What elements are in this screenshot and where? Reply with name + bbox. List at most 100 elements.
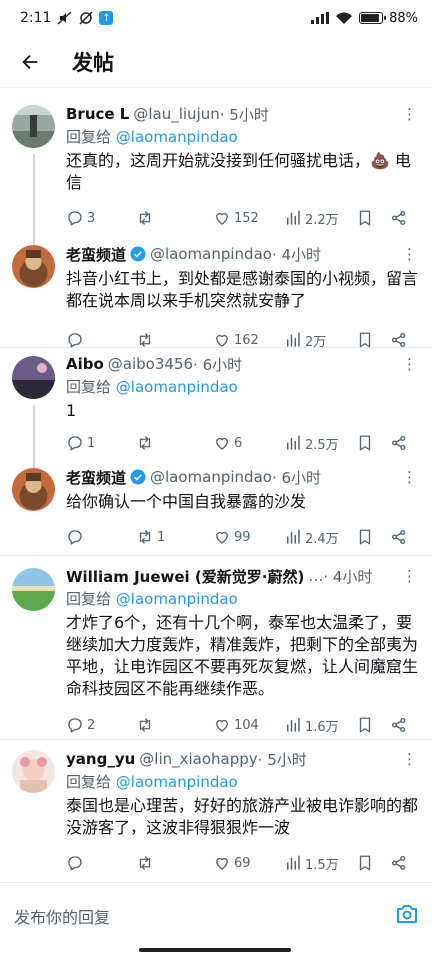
bookmark-button[interactable]: [356, 528, 374, 546]
author-handle[interactable]: @lin_xiaohappy: [139, 750, 257, 768]
views-button[interactable]: 2.2万: [284, 209, 339, 228]
author-handle[interactable]: @lau_liujun: [133, 105, 219, 123]
share-button[interactable]: [390, 528, 408, 546]
views-button[interactable]: 2.5万: [284, 434, 339, 453]
reply-button[interactable]: 1: [66, 434, 95, 452]
tweet-text: 1: [66, 401, 77, 420]
author-name[interactable]: 老蛮频道: [66, 467, 126, 488]
tweet[interactable]: William Juewei (爱新觉罗·蔚然) … · 4小时 ⋮ 回复给 @…: [0, 556, 432, 739]
views-button[interactable]: 2.4万: [284, 528, 339, 547]
views-button[interactable]: 1.6万: [284, 716, 339, 735]
views-count: 2.5万: [305, 437, 339, 453]
avatar[interactable]: [12, 468, 55, 511]
tweet[interactable]: yang_yu @lin_xiaohappy · 5小时 ⋮ 回复给 @laom…: [0, 740, 432, 876]
views-button[interactable]: 2万: [284, 331, 326, 350]
like-count: 104: [234, 717, 259, 733]
mention-link[interactable]: @laomanpindao: [116, 128, 238, 146]
tweet-text: 抖音小红书上，到处都是感谢泰国的小视频，留言都在说本周以来手机突然就安静了: [66, 269, 419, 310]
timestamp: · 6小时: [193, 355, 243, 374]
tweet[interactable]: 老蛮频道 @laomanpindao · 6小时 ⋮ 给你确认一个中国自我暴露的…: [0, 461, 432, 555]
retweet-button[interactable]: 1: [136, 528, 165, 546]
more-options-icon[interactable]: ⋮: [396, 245, 418, 263]
like-button[interactable]: 104: [213, 716, 259, 734]
camera-icon[interactable]: [396, 904, 418, 928]
share-icon: [390, 209, 408, 227]
like-button[interactable]: 152: [213, 209, 259, 227]
avatar[interactable]: [12, 750, 55, 793]
like-button[interactable]: 162: [213, 331, 259, 349]
reply-composer[interactable]: 发布你的回复: [0, 882, 432, 948]
alarm-off-icon: [79, 11, 93, 25]
tweet[interactable]: Bruce L @lau_liujun · 5小时 ⋮ 回复给 @laomanp…: [0, 90, 432, 237]
reply-button[interactable]: [66, 331, 87, 349]
share-button[interactable]: [390, 716, 408, 734]
retweet-button[interactable]: [136, 434, 157, 452]
bookmark-button[interactable]: [356, 209, 374, 227]
more-options-icon[interactable]: ⋮: [396, 355, 418, 373]
reply-button[interactable]: [66, 854, 87, 872]
reply-button[interactable]: [66, 528, 87, 546]
retweet-icon: [136, 716, 154, 734]
retweet-button[interactable]: [136, 716, 157, 734]
bookmark-button[interactable]: [356, 331, 374, 349]
home-indicator[interactable]: [139, 948, 291, 952]
tweet[interactable]: 老蛮频道 @laomanpindao · 4小时 ⋮ 抖音小红书上，到处都是感谢…: [0, 237, 432, 350]
like-icon: [213, 434, 231, 452]
mention-link[interactable]: @laomanpindao: [116, 378, 238, 396]
retweet-button[interactable]: [136, 331, 157, 349]
bookmark-icon: [356, 716, 374, 734]
retweet-button[interactable]: [136, 854, 157, 872]
avatar[interactable]: [12, 245, 55, 288]
views-count: 1.5万: [305, 857, 339, 873]
like-icon: [213, 716, 231, 734]
mention-link[interactable]: @laomanpindao: [116, 590, 238, 608]
share-button[interactable]: [390, 331, 408, 349]
author-name[interactable]: yang_yu: [66, 750, 135, 768]
views-count: 2.4万: [305, 531, 339, 547]
retweet-icon: [136, 528, 154, 546]
tweet-text: 才炸了6个，还有十几个啊，泰军也太温柔了，要继续加大力度轰炸，精准轰炸，把剩下的…: [66, 613, 419, 698]
bookmark-button[interactable]: [356, 434, 374, 452]
like-button[interactable]: 69: [213, 854, 251, 872]
like-icon: [213, 854, 231, 872]
bookmark-button[interactable]: [356, 716, 374, 734]
status-time: 2:11: [20, 10, 52, 26]
share-button[interactable]: [390, 854, 408, 872]
reply-button[interactable]: 2: [66, 716, 95, 734]
author-handle[interactable]: @laomanpindao: [150, 468, 272, 486]
avatar[interactable]: [12, 568, 55, 611]
verified-badge-icon: [130, 469, 146, 485]
tweet-text: 泰国也是心理苦，好好的旅游产业被电诈影响的都没游客了，这波非得狠狠炸一波: [66, 796, 419, 837]
more-options-icon[interactable]: ⋮: [396, 468, 418, 486]
reply-button[interactable]: 3: [66, 209, 95, 227]
tweet-text: 给你确认一个中国自我暴露的沙发: [66, 492, 307, 511]
avatar[interactable]: [12, 105, 55, 148]
author-handle[interactable]: @laomanpindao: [150, 245, 272, 263]
author-handle[interactable]: @aibo3456: [108, 355, 193, 373]
share-button[interactable]: [390, 434, 408, 452]
bookmark-icon: [356, 331, 374, 349]
retweet-button[interactable]: [136, 209, 157, 227]
author-name[interactable]: William Juewei (爱新觉罗·蔚然): [66, 566, 304, 587]
like-button[interactable]: 99: [213, 528, 251, 546]
share-icon: [390, 854, 408, 872]
more-options-icon[interactable]: ⋮: [396, 105, 418, 123]
author-name[interactable]: 老蛮频道: [66, 244, 126, 265]
author-name[interactable]: Bruce L: [66, 105, 129, 123]
bookmark-button[interactable]: [356, 854, 374, 872]
author-handle[interactable]: …: [308, 567, 323, 585]
more-options-icon[interactable]: ⋮: [396, 750, 418, 768]
share-button[interactable]: [390, 209, 408, 227]
avatar[interactable]: [12, 356, 55, 399]
back-button[interactable]: [14, 46, 46, 78]
author-name[interactable]: Aibo: [66, 355, 104, 373]
like-button[interactable]: 6: [213, 434, 242, 452]
back-arrow-icon: [22, 54, 38, 69]
tweet-actions: 1 99 2.4万: [66, 526, 418, 548]
views-button[interactable]: 1.5万: [284, 854, 339, 873]
more-options-icon[interactable]: ⋮: [396, 567, 418, 585]
top-bar: 发帖: [0, 36, 432, 88]
tweet[interactable]: Aibo @aibo3456 · 6小时 ⋮ 回复给 @laomanpindao…: [0, 348, 432, 461]
reply-input[interactable]: 发布你的回复: [14, 904, 110, 928]
mention-link[interactable]: @laomanpindao: [116, 773, 238, 791]
